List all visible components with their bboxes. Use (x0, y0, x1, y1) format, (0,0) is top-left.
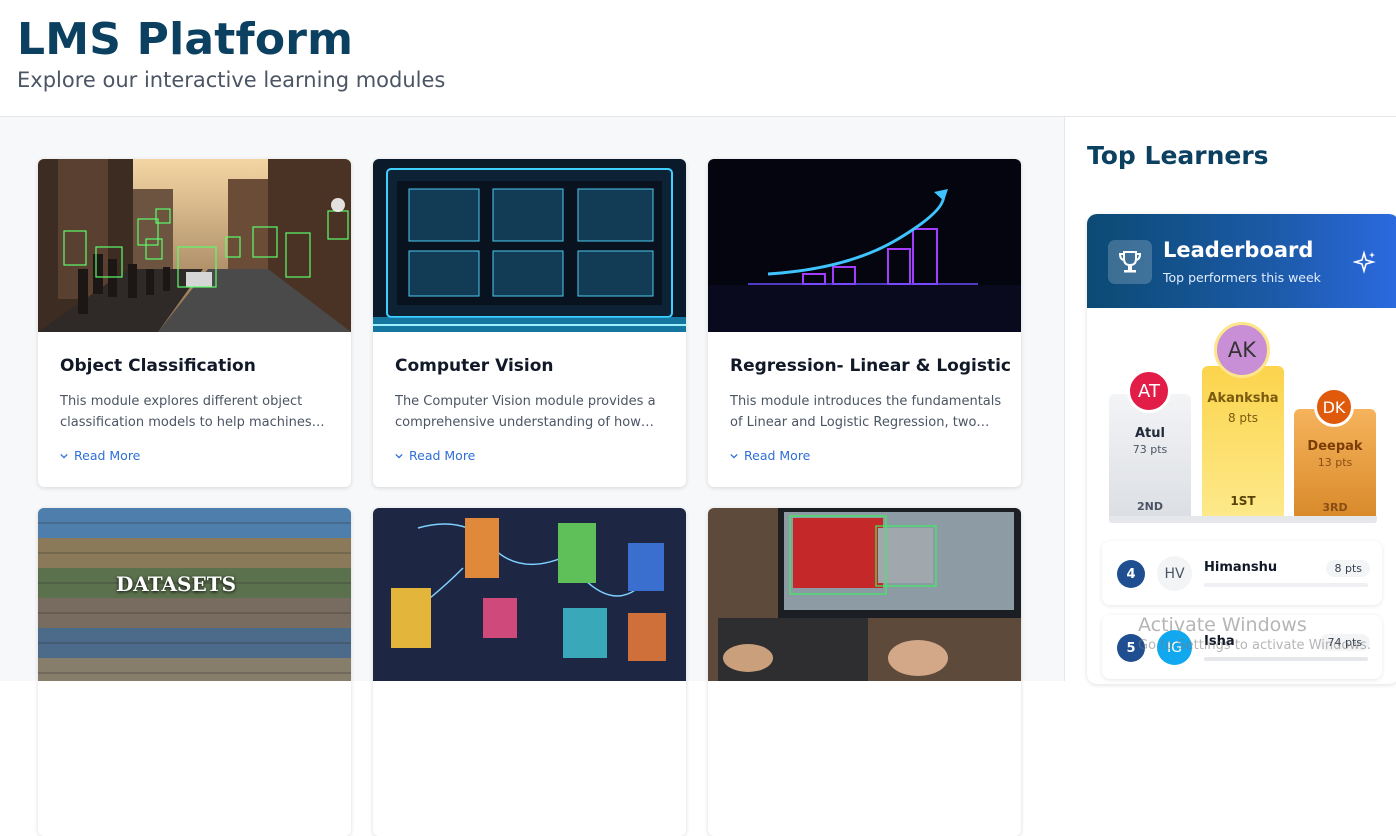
module-image (373, 508, 686, 681)
podium-base (1109, 516, 1377, 523)
module-card-neural-network[interactable] (373, 508, 686, 836)
page-title: LMS Platform (17, 14, 354, 65)
points-bar (1204, 583, 1368, 587)
module-card-object-classification[interactable]: Object Classification This module explor… (38, 159, 351, 487)
module-image (708, 508, 1021, 681)
leaderboard-subtitle: Top performers this week (1163, 270, 1321, 285)
rank-badge: 4 (1117, 560, 1145, 588)
module-description: This module explores different object cl… (60, 394, 325, 430)
module-card-regression[interactable]: Regression- Linear & Logistic This modul… (708, 159, 1021, 487)
podium-rank: 1ST (1230, 494, 1256, 508)
podium: Atul 73 pts 2ND AT Akanksha 8 pts 1ST AK… (1087, 308, 1396, 528)
module-image (708, 159, 1021, 332)
module-image (373, 159, 686, 332)
podium-name: Atul (1135, 426, 1165, 441)
leaderboard-row[interactable]: 4 HV Himanshu 8 pts (1102, 541, 1382, 605)
learner-points: 74 pts (1319, 634, 1370, 651)
module-title: Object Classification (60, 356, 256, 376)
read-more-label: Read More (744, 448, 811, 463)
leaderboard-row[interactable]: 5 IG Isha 74 pts (1102, 615, 1382, 679)
podium-name: Deepak (1307, 439, 1363, 454)
module-title: Regression- Linear & Logistic (730, 356, 1011, 376)
leaderboard-header: Leaderboard Top performers this week (1087, 214, 1396, 308)
chevron-down-icon (60, 453, 68, 459)
leaderboard-card: Leaderboard Top performers this week Atu… (1087, 214, 1396, 684)
read-more-label: Read More (409, 448, 476, 463)
podium-first: Akanksha 8 pts 1ST (1202, 366, 1284, 516)
chevron-down-icon (730, 453, 738, 459)
module-card-datasets[interactable]: DATASETS (38, 508, 351, 836)
chevron-down-icon (395, 453, 403, 459)
podium-name: Akanksha (1207, 391, 1279, 406)
top-learners-title: Top Learners (1087, 141, 1269, 170)
avatar: AK (1214, 322, 1270, 378)
page-header: LMS Platform Explore our interactive lea… (0, 0, 1396, 117)
avatar: DK (1314, 387, 1354, 427)
read-more-link[interactable]: Read More (730, 448, 810, 463)
learner-points: 8 pts (1326, 560, 1370, 577)
module-card-computer-vision[interactable]: Computer Vision The Computer Vision modu… (373, 159, 686, 487)
avatar: HV (1157, 556, 1192, 591)
podium-points: 13 pts (1317, 456, 1353, 469)
module-image (38, 159, 351, 332)
rank-badge: 5 (1117, 634, 1145, 662)
avatar: AT (1127, 369, 1171, 413)
podium-rank: 3RD (1322, 501, 1348, 514)
read-more-link[interactable]: Read More (395, 448, 475, 463)
module-title: Computer Vision (395, 356, 554, 376)
points-bar (1204, 657, 1368, 661)
avatar: IG (1157, 630, 1192, 665)
modules-grid: Object Classification This module explor… (0, 117, 1065, 836)
learner-name: Himanshu (1204, 560, 1278, 575)
module-description: The Computer Vision module provides a co… (395, 394, 656, 430)
module-image: DATASETS (38, 508, 351, 681)
dataset-image-text: DATASETS (115, 572, 237, 596)
module-description: This module introduces the fundamentals … (730, 394, 1002, 430)
module-card-car-detection[interactable] (708, 508, 1021, 836)
podium-points: 8 pts (1227, 411, 1259, 425)
page-subtitle: Explore our interactive learning modules (17, 68, 446, 92)
leaderboard-title: Leaderboard (1163, 238, 1314, 262)
podium-points: 73 pts (1132, 443, 1168, 456)
trophy-icon (1108, 240, 1152, 284)
read-more-label: Read More (74, 448, 141, 463)
sparkle-icon (1353, 250, 1376, 274)
learner-name: Isha (1204, 634, 1235, 649)
podium-rank: 2ND (1137, 500, 1163, 513)
top-learners-panel: Top Learners Leaderboard Top performers … (1066, 117, 1396, 684)
read-more-link[interactable]: Read More (60, 448, 140, 463)
